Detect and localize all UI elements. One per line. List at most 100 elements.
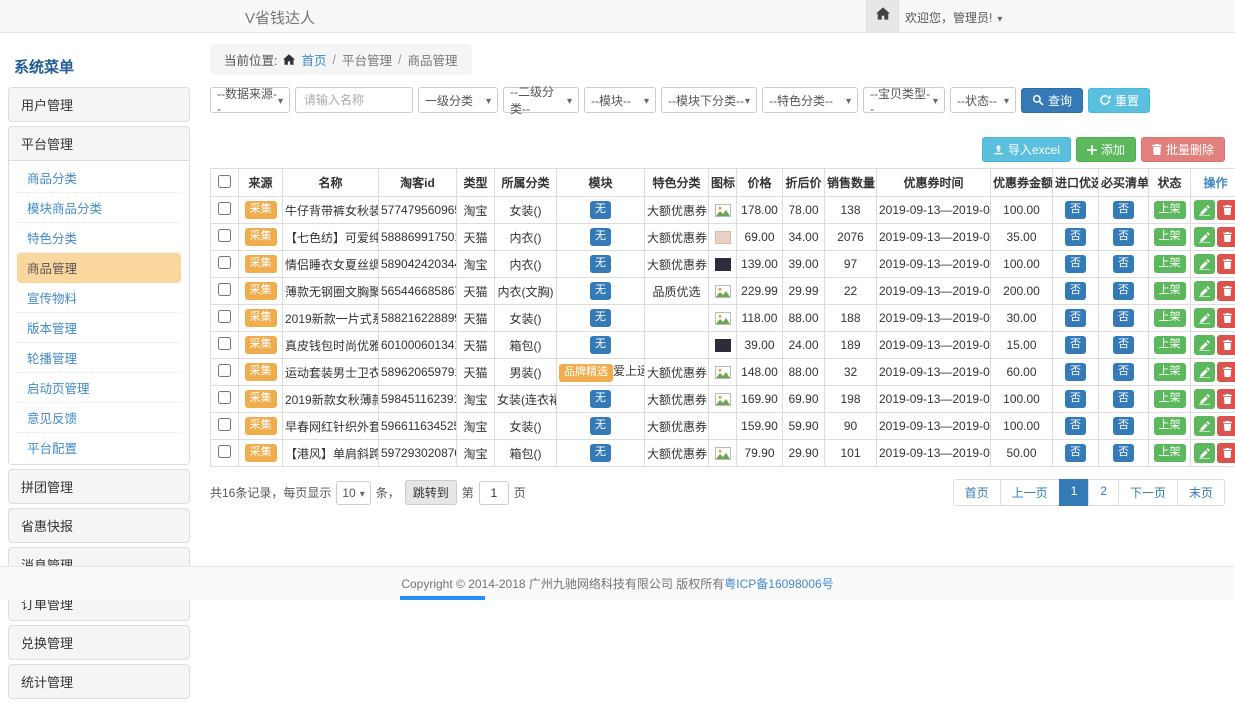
row-checkbox[interactable]: [218, 256, 231, 269]
feature-category-select[interactable]: --特色分类--: [762, 87, 858, 113]
must-buy-badge: 否: [1113, 201, 1134, 219]
sales-count: 22: [825, 278, 877, 305]
sidebar-item-platform-config[interactable]: 平台配置: [17, 433, 181, 462]
sidebar-group-user-management[interactable]: 用户管理: [9, 88, 189, 121]
edit-button[interactable]: [1194, 416, 1215, 436]
pager-next[interactable]: 下一页: [1118, 479, 1178, 506]
pager-last[interactable]: 末页: [1177, 479, 1225, 506]
pager-first[interactable]: 首页: [953, 479, 1001, 506]
ops-cell: [1191, 332, 1235, 359]
module-cell: 无: [557, 278, 645, 305]
delete-button[interactable]: [1217, 416, 1235, 436]
row-checkbox[interactable]: [218, 310, 231, 323]
icon-cell: [709, 224, 737, 251]
import-excel-button[interactable]: 导入excel: [982, 137, 1071, 162]
feature-category: [645, 305, 709, 332]
table-row: 采集真皮钱包时尚优雅女士...601000601341天猫箱包()无39.002…: [211, 332, 1235, 359]
sidebar-item-goods-management[interactable]: 商品管理: [17, 253, 181, 283]
delete-button[interactable]: [1217, 335, 1235, 355]
edit-button[interactable]: [1194, 308, 1215, 328]
row-checkbox[interactable]: [218, 391, 231, 404]
row-checkbox[interactable]: [218, 229, 231, 242]
level2-category-select[interactable]: --二级分类--: [503, 87, 579, 113]
reset-button[interactable]: 重置: [1088, 88, 1150, 113]
feature-category: 大额优惠券: [645, 224, 709, 251]
page-number-input[interactable]: [479, 481, 509, 505]
pager-prev[interactable]: 上一页: [1000, 479, 1060, 506]
edit-button[interactable]: [1194, 227, 1215, 247]
edit-button[interactable]: [1194, 389, 1215, 409]
select-all-checkbox[interactable]: [218, 175, 231, 188]
edit-button[interactable]: [1194, 200, 1215, 220]
row-checkbox[interactable]: [218, 202, 231, 215]
row-checkbox[interactable]: [218, 445, 231, 458]
sidebar-title: 系统菜单: [8, 48, 190, 87]
level1-category-select[interactable]: 一级分类: [418, 87, 498, 113]
row-checkbox[interactable]: [218, 337, 231, 350]
sidebar-item-module-goods-category[interactable]: 模块商品分类: [17, 193, 181, 223]
sidebar-group-group-buy-management[interactable]: 拼团管理: [9, 470, 189, 503]
row-checkbox[interactable]: [218, 418, 231, 431]
icp-link[interactable]: 粤ICP备16098006号: [724, 575, 833, 592]
edit-button[interactable]: [1194, 281, 1215, 301]
module-none-badge: 无: [590, 309, 611, 327]
sidebar-item-carousel-management[interactable]: 轮播管理: [17, 343, 181, 373]
discount-price: 88.00: [783, 359, 825, 386]
sidebar-item-feedback[interactable]: 意见反馈: [17, 403, 181, 433]
name-input[interactable]: [295, 87, 413, 113]
status-select[interactable]: --状态--: [950, 87, 1016, 113]
edit-button[interactable]: [1194, 254, 1215, 274]
data-source-select[interactable]: --数据来源--: [210, 87, 290, 113]
sidebar-group-exchange-management[interactable]: 兑换管理: [9, 626, 189, 659]
source-badge: 采集: [245, 390, 277, 408]
image-placeholder-icon: [715, 312, 731, 325]
jump-button[interactable]: 跳转到: [405, 480, 457, 505]
sidebar-group-stats-management[interactable]: 统计管理: [9, 665, 189, 698]
delete-button[interactable]: [1217, 362, 1235, 382]
feature-category: 大额优惠券: [645, 359, 709, 386]
user-menu[interactable]: 欢迎您，管理员!: [905, 9, 1002, 26]
batch-delete-button[interactable]: 批量删除: [1141, 137, 1225, 162]
row-checkbox[interactable]: [218, 364, 231, 377]
item-type-select[interactable]: --宝贝类型--: [863, 87, 945, 113]
sidebar-item-version-management[interactable]: 版本管理: [17, 313, 181, 343]
module-cell: 无: [557, 440, 645, 467]
edit-button[interactable]: [1194, 335, 1215, 355]
edit-icon: [1199, 394, 1210, 405]
trash-icon: [1223, 313, 1232, 323]
delete-button[interactable]: [1217, 389, 1235, 409]
delete-button[interactable]: [1217, 281, 1235, 301]
coupon-amount: 100.00: [991, 386, 1053, 413]
coupon-time: 2019-09-13—2019-09-19: [877, 305, 991, 332]
table-row: 采集【七色纺】可爱纯棉家...588869917501天猫内衣()无大额优惠券6…: [211, 224, 1235, 251]
sidebar-item-promo-materials[interactable]: 宣传物料: [17, 283, 181, 313]
sidebar-item-goods-category[interactable]: 商品分类: [17, 163, 181, 193]
sidebar-group-platform-management[interactable]: 平台管理: [9, 127, 189, 161]
search-button[interactable]: 查询: [1021, 88, 1083, 113]
goods-category: 内衣(): [495, 224, 557, 251]
per-page-select[interactable]: 10: [336, 481, 370, 505]
sidebar-item-splash-page-management[interactable]: 启动页管理: [17, 373, 181, 403]
icon-cell: [709, 197, 737, 224]
delete-button[interactable]: [1217, 227, 1235, 247]
delete-button[interactable]: [1217, 443, 1235, 463]
module-select[interactable]: --模块--: [584, 87, 656, 113]
horizontal-scrollbar-thumb[interactable]: [400, 596, 485, 600]
row-checkbox[interactable]: [218, 283, 231, 296]
edit-button[interactable]: [1194, 443, 1215, 463]
caret-down-icon: [486, 93, 491, 107]
sidebar-group-saving-express[interactable]: 省惠快报: [9, 509, 189, 542]
home-button[interactable]: [866, 0, 899, 32]
price: 79.90: [737, 440, 783, 467]
pager-page-2[interactable]: 2: [1088, 479, 1119, 506]
delete-button[interactable]: [1217, 254, 1235, 274]
ops-cell: [1191, 305, 1235, 332]
pager-page-1[interactable]: 1: [1059, 479, 1090, 506]
module-subcategory-select[interactable]: --模块下分类--: [661, 87, 757, 113]
add-button[interactable]: 添加: [1076, 137, 1136, 162]
edit-button[interactable]: [1194, 362, 1215, 382]
sidebar-item-feature-category[interactable]: 特色分类: [17, 223, 181, 253]
breadcrumb-home-link[interactable]: 首页: [301, 50, 326, 69]
delete-button[interactable]: [1217, 308, 1235, 328]
delete-button[interactable]: [1217, 200, 1235, 220]
